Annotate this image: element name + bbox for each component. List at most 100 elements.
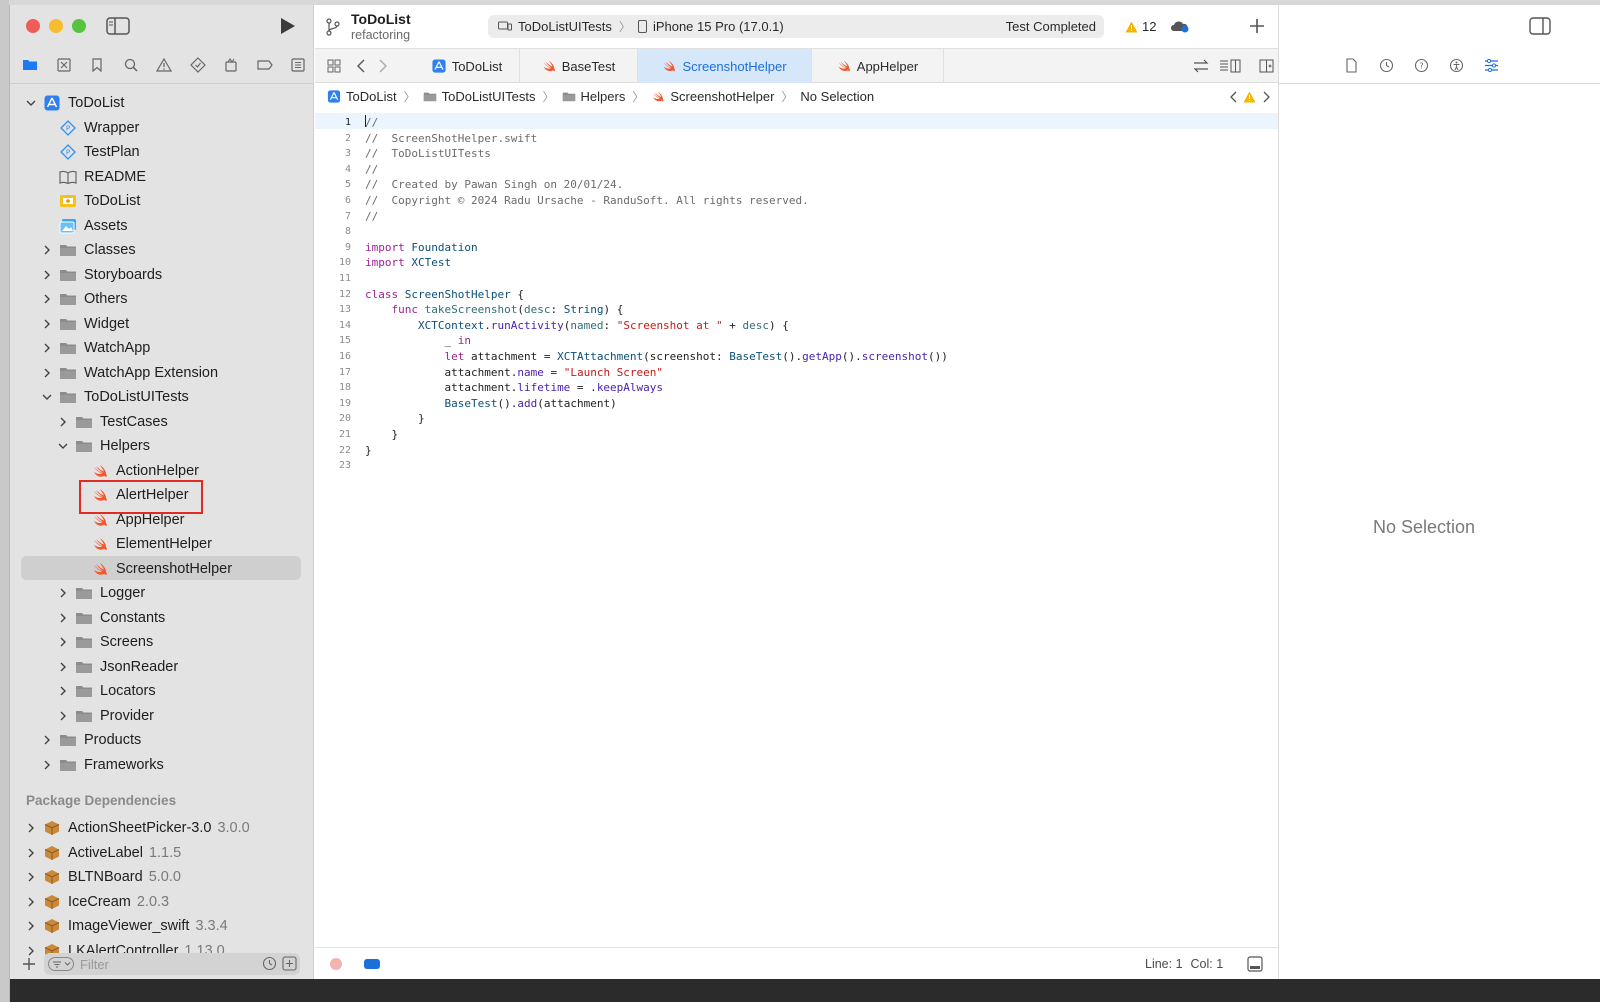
chevron-right-icon[interactable]: [41, 318, 53, 330]
navigator-item[interactable]: ToDoListUITests: [41, 385, 189, 409]
editor-tab[interactable]: BaseTest: [520, 49, 638, 83]
line-number[interactable]: 8: [315, 226, 351, 237]
chevron-right-icon[interactable]: [25, 920, 37, 932]
breakpoints-toggle-icon[interactable]: [364, 959, 380, 969]
toggle-inspector-icon[interactable]: [1529, 17, 1551, 35]
line-number[interactable]: 5: [315, 179, 351, 190]
navigator-item[interactable]: README: [41, 165, 146, 189]
forward-icon[interactable]: [377, 58, 389, 74]
line-number[interactable]: 20: [315, 413, 351, 424]
editor-tab[interactable]: AppHelper: [812, 49, 944, 83]
navigator-item[interactable]: Storyboards: [41, 263, 162, 287]
find-navigator-icon[interactable]: [119, 54, 143, 76]
chevron-right-icon[interactable]: [41, 244, 53, 256]
destination-selector[interactable]: iPhone 15 Pro (17.0.1): [653, 19, 784, 34]
chevron-right-icon[interactable]: [41, 342, 53, 354]
toggle-navigator-icon[interactable]: [106, 17, 130, 35]
swap-editor-icon[interactable]: [1193, 59, 1209, 73]
code-line[interactable]: }: [365, 444, 372, 457]
navigator-item[interactable]: TestCases: [57, 410, 168, 434]
breadcrumb-item[interactable]: ToDoList: [327, 89, 397, 104]
line-number[interactable]: 3: [315, 148, 351, 159]
line-number[interactable]: 4: [315, 164, 351, 175]
related-items-icon[interactable]: [327, 59, 341, 73]
report-navigator-icon[interactable]: [286, 54, 310, 76]
line-number[interactable]: 14: [315, 320, 351, 331]
attributes-inspector-icon[interactable]: [1479, 54, 1503, 76]
code-line[interactable]: }: [365, 428, 398, 441]
chevron-right-icon[interactable]: [57, 612, 69, 624]
navigator-item[interactable]: ToDoList: [41, 189, 140, 213]
chevron-right-icon[interactable]: [57, 636, 69, 648]
minimize-window-button[interactable]: [49, 19, 63, 33]
line-number[interactable]: 15: [315, 335, 351, 346]
code-line[interactable]: // ToDoListUITests: [365, 147, 491, 160]
warnings-indicator[interactable]: 12: [1125, 19, 1156, 34]
chevron-right-icon[interactable]: [41, 269, 53, 281]
navigator-item[interactable]: ScreenshotHelper: [73, 557, 232, 581]
navigator-item[interactable]: Locators: [57, 679, 156, 703]
filter-input[interactable]: Filter: [44, 953, 300, 975]
line-number[interactable]: 2: [315, 133, 351, 144]
line-number[interactable]: 21: [315, 429, 351, 440]
navigator-item[interactable]: Helpers: [57, 434, 150, 458]
chevron-right-icon[interactable]: [41, 367, 53, 379]
package-item[interactable]: IceCream 2.0.3: [25, 890, 169, 914]
code-line[interactable]: //: [365, 210, 378, 223]
navigator-item[interactable]: P Wrapper: [41, 116, 139, 140]
chevron-down-icon[interactable]: [25, 97, 37, 109]
navigator-item[interactable]: Frameworks: [41, 753, 164, 777]
chevron-right-icon[interactable]: [25, 896, 37, 908]
line-number[interactable]: 18: [315, 382, 351, 393]
code-line[interactable]: }: [365, 412, 425, 425]
code-line[interactable]: attachment.name = "Launch Screen": [365, 366, 663, 379]
breadcrumb-item[interactable]: ToDoListUITests: [423, 89, 536, 104]
line-number[interactable]: 23: [315, 460, 351, 471]
close-window-button[interactable]: [26, 19, 40, 33]
breadcrumb-item[interactable]: ScreenshotHelper: [651, 89, 774, 104]
code-line[interactable]: let attachment = XCTAttachment(screensho…: [365, 350, 947, 363]
chevron-right-icon[interactable]: [41, 734, 53, 746]
line-number[interactable]: 16: [315, 351, 351, 362]
code-line[interactable]: //: [365, 116, 378, 129]
next-issue-icon[interactable]: [1262, 91, 1271, 103]
zoom-window-button[interactable]: [72, 19, 86, 33]
bookmark-navigator-icon[interactable]: [85, 54, 109, 76]
debug-navigator-icon[interactable]: [219, 54, 243, 76]
line-number[interactable]: 1: [315, 117, 351, 128]
line-number[interactable]: 9: [315, 242, 351, 253]
navigator-item[interactable]: Classes: [41, 238, 136, 262]
navigator-item[interactable]: ElementHelper: [73, 532, 212, 556]
navigator-item[interactable]: Others: [41, 287, 128, 311]
code-line[interactable]: // ScreenShotHelper.swift: [365, 132, 537, 145]
package-item[interactable]: ActiveLabel 1.1.5: [25, 841, 181, 865]
chevron-right-icon[interactable]: [41, 293, 53, 305]
line-number[interactable]: 11: [315, 273, 351, 284]
accessibility-inspector-icon[interactable]: [1444, 54, 1468, 76]
navigator-item[interactable]: ActionHelper: [73, 459, 199, 483]
code-line[interactable]: XCTContext.runActivity(named: "Screensho…: [365, 319, 789, 332]
editor-tab[interactable]: ScreenshotHelper: [638, 49, 812, 83]
line-number[interactable]: 7: [315, 211, 351, 222]
chevron-right-icon[interactable]: [57, 685, 69, 697]
chevron-right-icon[interactable]: [57, 587, 69, 599]
navigator-item[interactable]: Logger: [57, 581, 145, 605]
navigator-item[interactable]: Products: [41, 728, 141, 752]
branch-icon[interactable]: [325, 18, 341, 36]
recent-files-icon[interactable]: [262, 956, 277, 971]
chevron-right-icon[interactable]: [57, 661, 69, 673]
navigator-item[interactable]: JsonReader: [57, 655, 178, 679]
code-line[interactable]: BaseTest().add(attachment): [365, 397, 616, 410]
line-number[interactable]: 12: [315, 289, 351, 300]
quick-help-icon[interactable]: ?: [1409, 54, 1433, 76]
navigator-item[interactable]: Screens: [57, 630, 153, 654]
editor-options-icon[interactable]: [1219, 59, 1241, 73]
chevron-down-icon[interactable]: [57, 440, 69, 452]
add-icon[interactable]: [22, 957, 36, 971]
source-control-filter-icon[interactable]: [282, 956, 297, 971]
line-number[interactable]: 13: [315, 304, 351, 315]
navigator-item[interactable]: WatchApp: [41, 336, 150, 360]
code-line[interactable]: attachment.lifetime = .keepAlways: [365, 381, 663, 394]
source-editor[interactable]: 1 // 2 // ScreenShotHelper.swift 3 // ToDoLis…: [315, 112, 1278, 947]
breadcrumb-item[interactable]: Helpers: [562, 89, 625, 104]
